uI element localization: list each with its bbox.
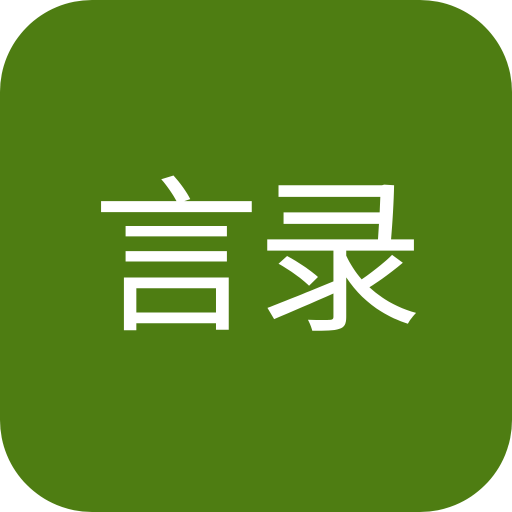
app-icon-label: 言录	[92, 161, 424, 357]
app-icon[interactable]: 言录	[0, 0, 512, 512]
